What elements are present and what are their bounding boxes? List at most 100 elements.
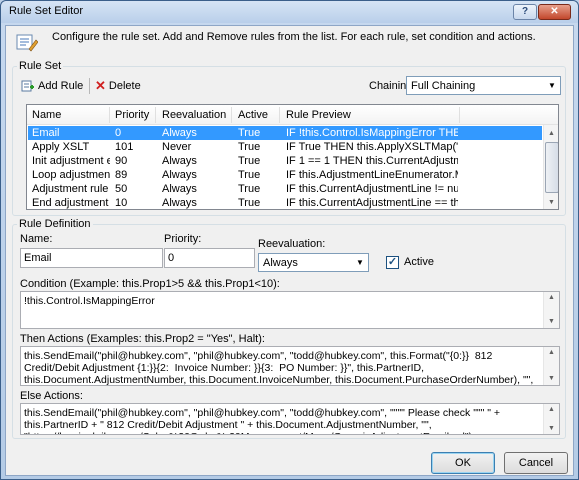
else-actions-field[interactable]: this.SendEmail("phil@hubkey.com", "phil@… — [20, 403, 560, 435]
name-field[interactable]: Email — [20, 248, 163, 268]
cell-active: True — [238, 141, 261, 153]
cell-active: True — [238, 155, 261, 167]
reevaluation-value: Always — [263, 257, 298, 269]
cell-active: True — [238, 197, 261, 209]
rules-list[interactable]: Name Priority Reevaluation Active Rule P… — [26, 104, 559, 210]
column-active[interactable]: Active — [238, 109, 268, 121]
cell-active: True — [238, 169, 261, 181]
cell-rule-preview: IF True THEN this.ApplyXSLTMap("http... — [286, 141, 458, 153]
cell-name: Init adjustment en... — [32, 155, 110, 167]
table-row[interactable]: Email 0 Always True IF !this.Control.IsMappi… — [28, 126, 542, 140]
condition-label: Condition (Example: this.Prop1>5 && this… — [20, 278, 280, 290]
scroll-up-icon[interactable]: ▲ — [544, 125, 558, 141]
column-divider — [109, 107, 110, 123]
delete-label: Delete — [108, 80, 141, 92]
column-priority[interactable]: Priority — [115, 109, 149, 121]
cell-rule-preview: IF !this.Control.IsMappingError THEN thi… — [286, 127, 458, 139]
cell-priority: 10 — [115, 197, 128, 209]
rule-definition-group: Rule Definition Name: Email Priority: 0 … — [12, 218, 566, 439]
table-row[interactable]: End adjustment lo... 10 Always True IF this.… — [28, 196, 542, 209]
scroll-down-icon[interactable]: ▼ — [544, 194, 558, 209]
reevaluation-select[interactable]: Always ▼ — [258, 253, 369, 272]
window-title: Rule Set Editor — [9, 5, 83, 17]
cell-priority: 89 — [115, 169, 128, 181]
column-divider — [459, 107, 460, 123]
column-divider — [231, 107, 232, 123]
chaining-select[interactable]: Full Chaining ▼ — [406, 76, 561, 95]
condition-field[interactable]: !this.Control.IsMappingError ▲ ▼ — [20, 291, 560, 329]
chevron-down-icon: ▼ — [548, 81, 556, 90]
condition-value: !this.Control.IsMappingError — [24, 295, 155, 307]
add-rule-label: Add Rule — [38, 80, 84, 92]
cell-name: Adjustment rule 1 — [32, 183, 110, 195]
dialog-body: Configure the rule set. Add and Remove r… — [5, 25, 574, 476]
active-checkbox[interactable]: ✓ — [386, 256, 399, 269]
cell-reevaluation: Always — [162, 127, 197, 139]
column-rule-preview[interactable]: Rule Preview — [286, 109, 351, 121]
cell-reevaluation: Always — [162, 197, 197, 209]
add-rule-button[interactable]: Add Rule — [21, 77, 83, 95]
scroll-down-icon[interactable]: ▼ — [544, 373, 559, 385]
cell-reevaluation: Always — [162, 155, 197, 167]
chaining-value: Full Chaining — [411, 80, 476, 92]
table-row[interactable]: Init adjustment en... 90 Always True IF 1 ==… — [28, 154, 542, 168]
chevron-down-icon: ▼ — [356, 258, 364, 267]
cancel-button[interactable]: Cancel — [504, 452, 568, 474]
rule-set-icon — [16, 34, 38, 52]
rule-definition-group-label: Rule Definition — [17, 218, 93, 230]
cell-name: Apply XSLT — [32, 141, 90, 153]
cell-reevaluation: Never — [162, 141, 192, 153]
cell-rule-preview: IF this.CurrentAdjustmentLine != null &&… — [286, 183, 458, 195]
rule-set-editor-window: Rule Set Editor ? ✕ Configure the rule s… — [0, 0, 579, 480]
scroll-down-icon[interactable]: ▼ — [544, 423, 559, 434]
cell-active: True — [238, 183, 261, 195]
rules-list-scrollbar[interactable]: ▲ ▼ — [543, 125, 558, 209]
table-row[interactable]: Apply XSLT 101 Never True IF True THEN this.… — [28, 140, 542, 154]
else-actions-label: Else Actions: — [20, 390, 83, 402]
help-button[interactable]: ? — [513, 4, 537, 20]
header-description: Configure the rule set. Add and Remove r… — [52, 31, 536, 43]
column-divider — [279, 107, 280, 123]
cell-priority: 0 — [115, 127, 122, 139]
cell-priority: 50 — [115, 183, 128, 195]
name-label: Name: — [20, 233, 53, 245]
priority-field[interactable]: 0 — [164, 248, 255, 268]
ok-button[interactable]: OK — [431, 452, 495, 474]
scroll-up-icon[interactable]: ▲ — [544, 347, 559, 359]
rules-list-header: Name Priority Reevaluation Active Rule P… — [27, 105, 558, 125]
condition-scrollbar[interactable]: ▲ ▼ — [543, 292, 559, 328]
scroll-up-icon[interactable]: ▲ — [544, 404, 559, 415]
priority-value: 0 — [168, 252, 175, 264]
table-row[interactable]: Loop adjustment ... 89 Always True IF this.A… — [28, 168, 542, 182]
rule-set-group-label: Rule Set — [17, 60, 64, 72]
rule-set-group: Rule Set Add Rule ✕ Delete Chaining: Ful… — [12, 60, 566, 216]
cell-reevaluation: Always — [162, 183, 197, 195]
cell-name: Loop adjustment ... — [32, 169, 110, 181]
priority-label: Priority: — [164, 233, 202, 245]
then-actions-value: this.SendEmail("phil@hubkey.com", "phil@… — [24, 350, 534, 386]
column-name[interactable]: Name — [32, 109, 61, 121]
then-actions-field[interactable]: this.SendEmail("phil@hubkey.com", "phil@… — [20, 346, 560, 386]
cell-name: End adjustment lo... — [32, 197, 110, 209]
table-row[interactable]: Adjustment rule 1 50 Always True IF this.Cur… — [28, 182, 542, 196]
active-label: Active — [404, 256, 434, 268]
delete-button[interactable]: ✕ Delete — [95, 77, 141, 95]
scroll-thumb[interactable] — [545, 142, 558, 193]
cell-reevaluation: Always — [162, 169, 197, 181]
reevaluation-label: Reevaluation: — [258, 238, 326, 250]
then-actions-scrollbar[interactable]: ▲ ▼ — [543, 347, 559, 385]
scroll-up-icon[interactable]: ▲ — [544, 292, 559, 304]
cell-rule-preview: IF this.CurrentAdjustmentLine == this.Cu… — [286, 197, 458, 209]
close-button[interactable]: ✕ — [538, 4, 571, 20]
cell-active: True — [238, 127, 261, 139]
title-bar[interactable]: Rule Set Editor ? ✕ — [1, 1, 578, 23]
scroll-down-icon[interactable]: ▼ — [544, 316, 559, 328]
cell-priority: 101 — [115, 141, 134, 153]
then-actions-label: Then Actions (Examples: this.Prop2 = "Ye… — [20, 333, 265, 345]
cell-rule-preview: IF this.AdjustmentLineEnumerator.Move... — [286, 169, 458, 181]
cell-rule-preview: IF 1 == 1 THEN this.CurrentAdjustmentL..… — [286, 155, 458, 167]
column-reevaluation[interactable]: Reevaluation — [162, 109, 226, 121]
else-actions-scrollbar[interactable]: ▲ ▼ — [543, 404, 559, 434]
toolbar-separator — [89, 78, 90, 94]
name-value: Email — [24, 252, 52, 264]
